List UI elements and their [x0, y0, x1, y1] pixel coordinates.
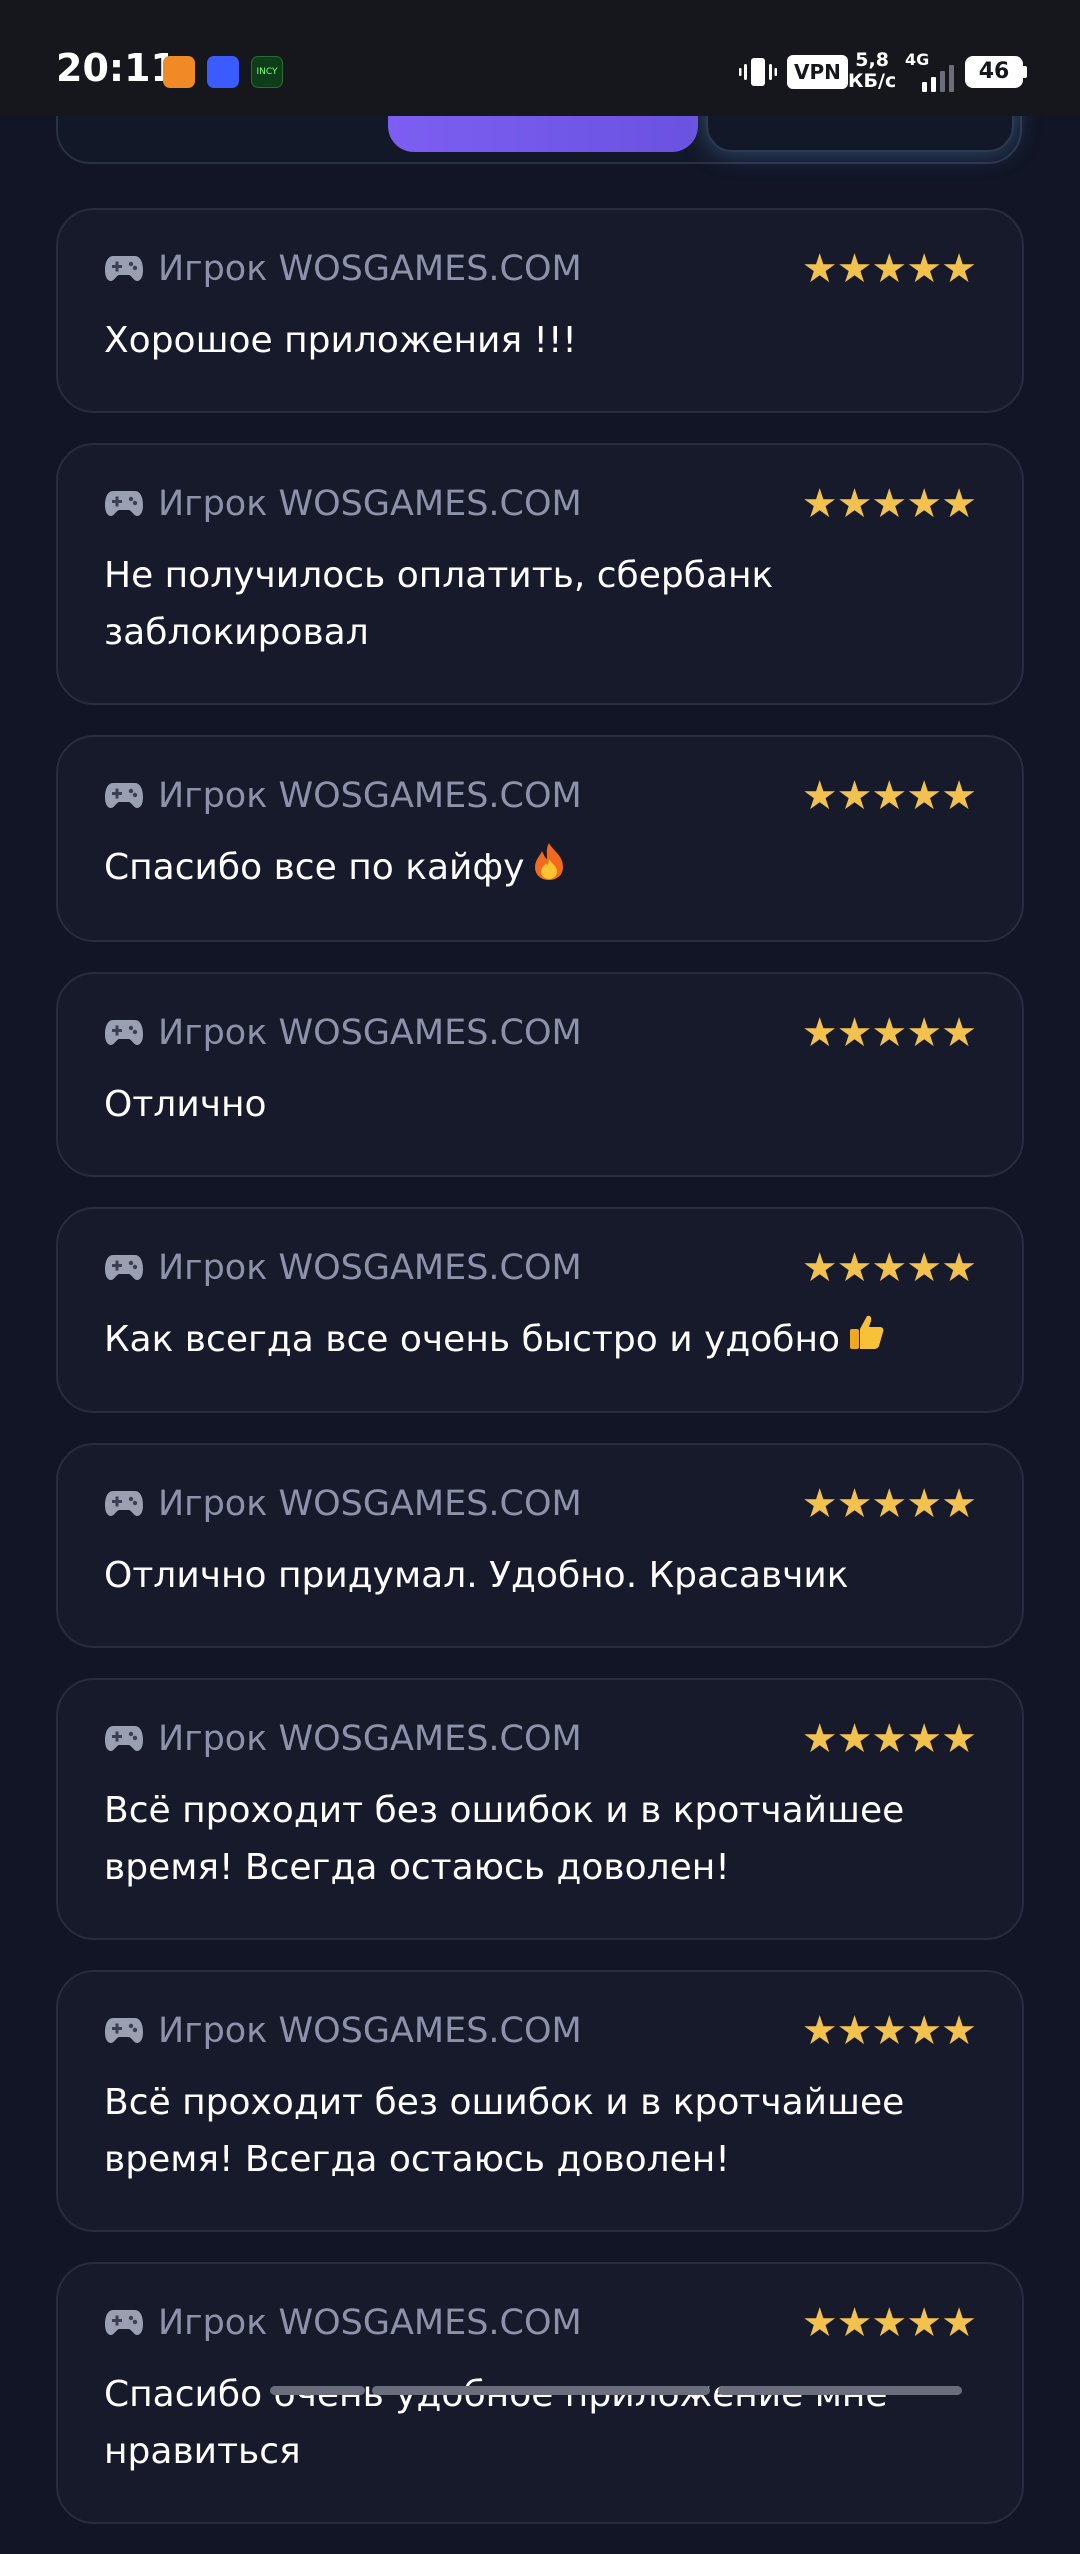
- review-card: Игрок WOSGAMES.COM ★★★★★ Не получилось о…: [56, 443, 1024, 705]
- star-rating: ★★★★★: [801, 1716, 977, 1762]
- gamepad-icon: [105, 1726, 143, 1751]
- review-header: Игрок WOSGAMES.COM ★★★★★: [104, 1716, 977, 1762]
- fire-icon: [531, 841, 567, 898]
- messenger-app-icon: [207, 56, 239, 88]
- vibrate-icon: [739, 58, 777, 86]
- notification-app-icon: [163, 56, 195, 88]
- speed-value: 5,8: [855, 49, 889, 71]
- gamepad-icon: [105, 256, 143, 281]
- speed-unit: КБ/с: [848, 70, 897, 92]
- star-rating: ★★★★★: [801, 1009, 977, 1056]
- reviewer-name: Игрок WOSGAMES.COM: [158, 249, 582, 289]
- star-rating: ★★★★★: [801, 1244, 977, 1291]
- reviewer-name: Игрок WOSGAMES.COM: [158, 1012, 582, 1053]
- review-card: Игрок WOSGAMES.COM ★★★★★ Всё проходит бе…: [56, 1970, 1024, 2232]
- review-header: Игрок WOSGAMES.COM ★★★★★: [104, 2300, 977, 2346]
- review-card: Игрок WOSGAMES.COM ★★★★★ Отлично придума…: [56, 1443, 1024, 1648]
- network-speed: 5,8 КБ/с: [848, 50, 896, 92]
- review-card: Игрок WOSGAMES.COM ★★★★★ Как всегда все …: [56, 1206, 1024, 1413]
- reviewer-name: Игрок WOSGAMES.COM: [158, 2011, 582, 2051]
- review-text: Не получилось оплатить, сбербанк заблоки…: [104, 555, 774, 653]
- page-indicator-segment: [372, 2386, 710, 2395]
- review-header: Игрок WOSGAMES.COM ★★★★★: [104, 1244, 977, 1291]
- review-header: Игрок WOSGAMES.COM ★★★★★: [104, 2008, 977, 2054]
- star-rating: ★★★★★: [801, 2008, 977, 2054]
- review-text: Спасибо очень удобное приложение мне нра…: [104, 2374, 888, 2472]
- review-text: Всё проходит без ошибок и в кротчайшее в…: [104, 2082, 905, 2180]
- gamepad-icon: [105, 491, 143, 516]
- status-time: 20:11: [56, 46, 177, 90]
- battery-tip: [1023, 66, 1027, 78]
- reviewer-name: Игрок WOSGAMES.COM: [158, 2303, 582, 2343]
- review-card: Игрок WOSGAMES.COM ★★★★★ Отлично: [56, 971, 1024, 1177]
- star-rating: ★★★★★: [801, 2300, 977, 2346]
- review-text: Как всегда все очень быстро и удобно: [104, 1311, 976, 1370]
- review-header: Игрок WOSGAMES.COM ★★★★★: [104, 773, 977, 819]
- review-text: Всё проходит без ошибок и в кротчайшее в…: [104, 1790, 905, 1888]
- reviewer-name: Игрок WOSGAMES.COM: [158, 1247, 582, 1288]
- star-rating: ★★★★★: [801, 481, 977, 527]
- reviewer-name: Игрок WOSGAMES.COM: [158, 1484, 582, 1524]
- star-rating: ★★★★★: [801, 246, 977, 292]
- page-indicator-segment: [718, 2386, 962, 2395]
- gamepad-icon: [105, 1254, 143, 1280]
- review-header: Игрок WOSGAMES.COM ★★★★★: [104, 1481, 977, 1527]
- review-header: Игрок WOSGAMES.COM ★★★★★: [104, 1009, 977, 1056]
- reviewer-name: Игрок WOSGAMES.COM: [158, 484, 582, 524]
- vpn-badge: VPN: [787, 55, 848, 89]
- gamepad-icon: [105, 1491, 143, 1516]
- status-bar: 20:11 INCY VPN 5,8 КБ/с 4G 46: [0, 0, 1080, 116]
- review-card: Игрок WOSGAMES.COM ★★★★★ Хорошое приложе…: [56, 208, 1024, 413]
- incy-app-icon: INCY: [251, 56, 283, 88]
- gamepad-icon: [105, 783, 143, 808]
- battery-indicator: 46: [965, 56, 1023, 88]
- review-text: Хорошое приложения !!!: [104, 320, 577, 361]
- signal-icon: [922, 65, 954, 92]
- reviews-list: Игрок WOSGAMES.COM ★★★★★ Хорошое приложе…: [56, 208, 1024, 2554]
- review-text: Спасибо все по кайфу: [104, 839, 976, 898]
- star-rating: ★★★★★: [801, 1481, 977, 1527]
- review-card: Игрок WOSGAMES.COM ★★★★★ Спасибо все по …: [56, 735, 1024, 942]
- gamepad-icon: [105, 2310, 143, 2335]
- page-indicator-segment: [270, 2386, 365, 2395]
- thumbs-up-icon: [846, 1312, 886, 1369]
- reviewer-name: Игрок WOSGAMES.COM: [158, 776, 582, 816]
- gamepad-icon: [105, 1019, 143, 1045]
- review-text: Отлично придумал. Удобно. Красавчик: [104, 1555, 849, 1596]
- review-text: Отлично: [104, 1083, 267, 1125]
- review-header: Игрок WOSGAMES.COM ★★★★★: [104, 246, 977, 292]
- gamepad-icon: [105, 2018, 143, 2043]
- review-header: Игрок WOSGAMES.COM ★★★★★: [104, 481, 977, 527]
- reviewer-name: Игрок WOSGAMES.COM: [158, 1719, 582, 1759]
- review-card: Игрок WOSGAMES.COM ★★★★★ Всё проходит бе…: [56, 1678, 1024, 1940]
- star-rating: ★★★★★: [801, 773, 977, 819]
